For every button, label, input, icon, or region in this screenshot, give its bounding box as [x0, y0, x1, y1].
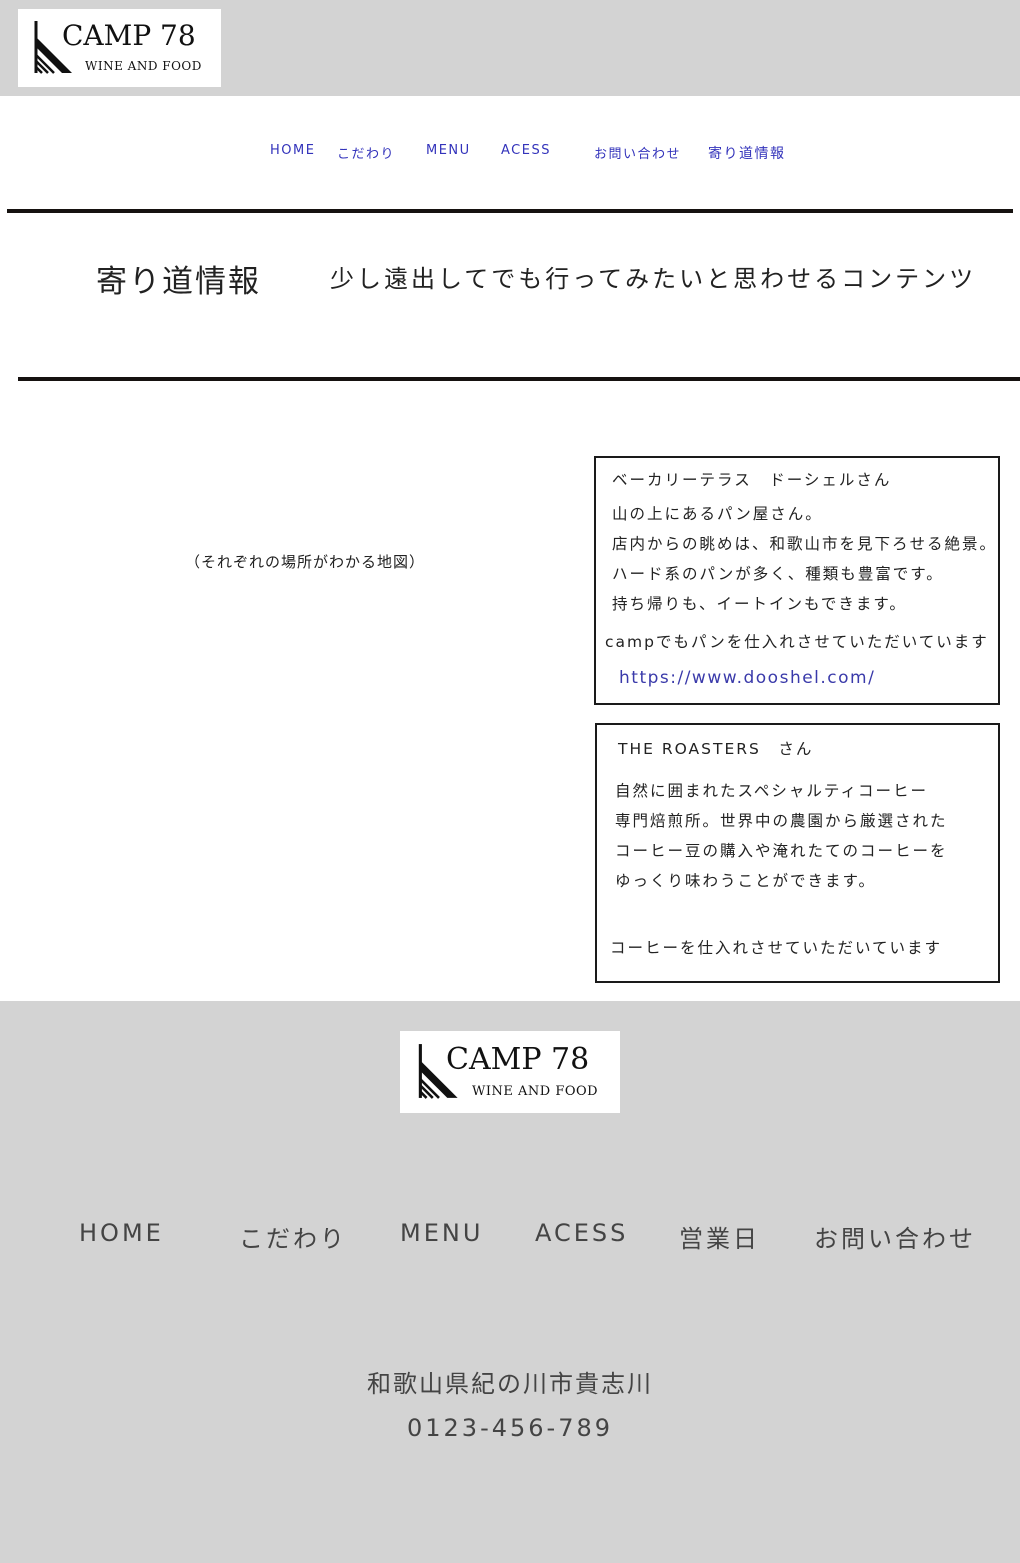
spot-description-line: 専門焙煎所。世界中の農園から厳選された: [615, 812, 948, 830]
nav-access-link[interactable]: ACESS: [501, 143, 551, 158]
spot-description-line: 自然に囲まれたスペシャルティコーヒー: [615, 782, 928, 800]
page-lead: 少し遠出してでも行ってみたいと思わせるコンテンツ: [330, 265, 977, 293]
spot-description-line: ハード系のパンが多く、種類も豊富です。: [612, 565, 944, 583]
page-title: 寄り道情報: [96, 264, 261, 300]
nav-kodawari-link[interactable]: こだわり: [337, 143, 395, 162]
header-logo[interactable]: CAMP 78 WINE AND FOOD: [18, 9, 221, 87]
footer-phone: 0123-456-789: [406, 1414, 613, 1442]
spot-description-line: 山の上にあるパン屋さん。: [612, 505, 823, 523]
brand-name: CAMP 78: [446, 1042, 590, 1077]
brand-name: CAMP 78: [62, 19, 196, 52]
spot-description-line: ゆっくり味わうことができます。: [615, 872, 876, 890]
map-placeholder: （それぞれの場所がわかる地図）: [185, 553, 426, 571]
footer-nav-contact-link[interactable]: お問い合わせ: [814, 1219, 976, 1254]
spot-name: ベーカリーテラス ドーシェルさん: [612, 471, 892, 489]
spot-note: campでもパンを仕入れさせていただいています: [605, 633, 989, 651]
top-navigation: HOME こだわり MENU ACESS お問い合わせ 寄り道情報: [0, 143, 1020, 163]
brand-tagline: WINE AND FOOD: [472, 1084, 599, 1099]
nav-menu-link[interactable]: MENU: [426, 143, 471, 158]
footer-nav-kodawari-link[interactable]: こだわり: [239, 1219, 347, 1254]
footer-address: 和歌山県紀の川市貴志川: [367, 1370, 653, 1398]
spot-description-line: 店内からの眺めは、和歌山市を見下ろせる絶景。: [612, 535, 998, 553]
spot-card-bakery: ベーカリーテラス ドーシェルさん 山の上にあるパン屋さん。 店内からの眺めは、和…: [594, 456, 1000, 705]
spot-card-roasters: THE ROASTERS さん 自然に囲まれたスペシャルティコーヒー 専門焙煎所…: [595, 723, 1000, 983]
spot-website-link[interactable]: https://www.dooshel.com/: [619, 668, 875, 688]
nav-yorimichi-link[interactable]: 寄り道情報: [708, 143, 786, 163]
nav-contact-link[interactable]: お問い合わせ: [594, 143, 681, 162]
divider-top: [7, 209, 1013, 213]
footer-nav-business-days-link[interactable]: 営業日: [679, 1219, 760, 1254]
footer-nav-menu-link[interactable]: MENU: [400, 1219, 483, 1247]
spot-description-line: 持ち帰りも、イートインもできます。: [612, 595, 907, 613]
footer-nav-access-link[interactable]: ACESS: [535, 1219, 628, 1247]
spot-name: THE ROASTERS さん: [618, 740, 814, 758]
footer-nav-home-link[interactable]: HOME: [79, 1219, 164, 1247]
spot-description-line: コーヒー豆の購入や淹れたてのコーヒーを: [615, 842, 948, 860]
brand-tagline: WINE AND FOOD: [85, 59, 202, 73]
divider-bottom: [18, 377, 1020, 381]
spot-note: コーヒーを仕入れさせていただいています: [610, 939, 943, 957]
footer-logo[interactable]: CAMP 78 WINE AND FOOD: [400, 1031, 620, 1113]
nav-home-link[interactable]: HOME: [270, 143, 315, 158]
